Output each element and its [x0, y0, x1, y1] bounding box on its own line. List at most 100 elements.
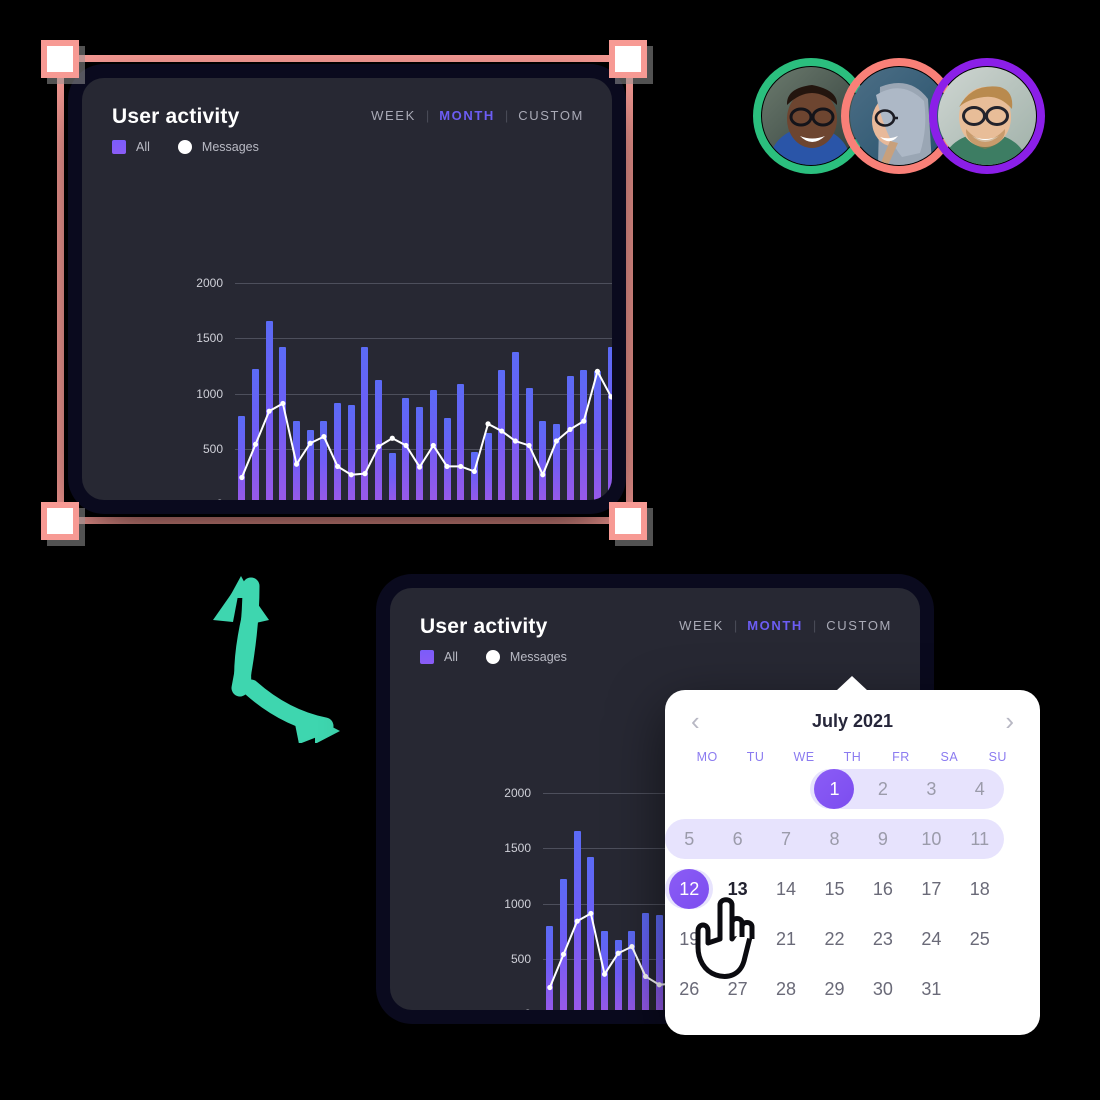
card-2-header: User activity WEEK | MONTH | CUSTOM [390, 588, 920, 640]
calendar-day-7[interactable]: 7 [762, 814, 810, 864]
calendar-day-25[interactable]: 25 [956, 914, 1004, 964]
line-point-day-2[interactable] [560, 951, 567, 957]
calendar-day-empty [713, 764, 761, 814]
selection-handle-top-left[interactable] [41, 40, 79, 78]
legend-item-messages[interactable]: Messages [177, 140, 259, 154]
line-point-day-6[interactable] [307, 440, 313, 446]
line-point-day-7[interactable] [321, 433, 327, 440]
calendar-day-5[interactable]: 5 [665, 814, 713, 864]
line-point-day-14[interactable] [417, 464, 423, 470]
y-tick-1500: 1500 [196, 331, 223, 346]
line-point-day-27[interactable] [594, 368, 601, 374]
weekday-sa: SA [940, 750, 959, 764]
calendar-day-15[interactable]: 15 [810, 864, 858, 914]
calendar-day-23[interactable]: 23 [859, 914, 907, 964]
tab-custom[interactable]: CUSTOM [518, 108, 584, 123]
calendar-day-13[interactable]: 13 [713, 864, 761, 914]
calendar-day-label: 29 [824, 978, 845, 999]
avatar-3[interactable] [928, 57, 1046, 175]
calendar-day-3[interactable]: 3 [907, 764, 955, 814]
calendar-day-31[interactable]: 31 [907, 964, 955, 1014]
line-point-day-24[interactable] [553, 438, 560, 444]
line-point-day-1[interactable] [547, 984, 553, 991]
tab-week[interactable]: WEEK [371, 108, 416, 123]
tab-separator-4: | [812, 618, 817, 633]
calendar-day-26[interactable]: 26 [665, 964, 713, 1014]
line-point-day-19[interactable] [485, 421, 491, 427]
calendar-day-label: 24 [921, 928, 942, 949]
y-tick-1000: 1000 [196, 386, 223, 401]
line-point-day-16[interactable] [444, 463, 450, 470]
line-point-day-13[interactable] [403, 442, 409, 449]
weekday-mo: MO [696, 750, 718, 764]
calendar-day-21[interactable]: 21 [762, 914, 810, 964]
tab-week-2[interactable]: WEEK [679, 618, 724, 633]
calendar-day-14[interactable]: 14 [762, 864, 810, 914]
legend-item-all-2[interactable]: All [420, 650, 458, 664]
selection-handle-bottom-right[interactable] [609, 502, 647, 540]
line-point-day-5[interactable] [293, 461, 300, 467]
line-point-day-15[interactable] [430, 442, 436, 449]
selection-handle-top-right[interactable] [609, 40, 647, 78]
calendar-day-27[interactable]: 27 [713, 964, 761, 1014]
tab-custom-2[interactable]: CUSTOM [826, 618, 892, 633]
calendar-day-16[interactable]: 16 [859, 864, 907, 914]
line-point-day-18[interactable] [471, 468, 477, 475]
line-point-day-21[interactable] [512, 438, 518, 444]
calendar-day-6[interactable]: 6 [713, 814, 761, 864]
line-point-day-25[interactable] [567, 426, 573, 433]
calendar-day-2[interactable]: 2 [859, 764, 907, 814]
line-point-day-8[interactable] [642, 973, 649, 980]
line-point-day-9[interactable] [656, 982, 662, 988]
weekday-fr: FR [892, 750, 910, 764]
calendar-day-20[interactable]: 20 [713, 914, 761, 964]
selection-handle-bottom-left[interactable] [41, 502, 79, 540]
tab-separator-2: | [504, 108, 509, 123]
line-point-day-10[interactable] [362, 471, 368, 477]
calendar-day-18[interactable]: 18 [956, 864, 1004, 914]
calendar-day-9[interactable]: 9 [859, 814, 907, 864]
line-point-day-20[interactable] [499, 428, 505, 434]
tab-month-2[interactable]: MONTH [747, 618, 803, 633]
line-point-day-11[interactable] [376, 443, 382, 450]
calendar-day-29[interactable]: 29 [810, 964, 858, 1014]
calendar-day-11[interactable]: 11 [956, 814, 1004, 864]
legend-item-all[interactable]: All [112, 140, 150, 154]
calendar-day-8[interactable]: 8 [810, 814, 858, 864]
calendar-day-1[interactable]: 1 [810, 764, 858, 814]
double-curved-arrow-icon [193, 558, 358, 744]
calendar-day-4[interactable]: 4 [956, 764, 1004, 814]
line-point-day-7[interactable] [629, 943, 635, 950]
line-point-day-26[interactable] [581, 418, 587, 424]
line-point-day-4[interactable] [588, 910, 594, 917]
line-point-day-17[interactable] [458, 463, 464, 470]
weekday-su: SU [988, 750, 1007, 764]
line-point-day-2[interactable] [252, 441, 259, 447]
line-point-day-9[interactable] [348, 472, 354, 478]
calendar-day-19[interactable]: 19 [665, 914, 713, 964]
tab-month[interactable]: MONTH [439, 108, 495, 123]
line-point-day-23[interactable] [540, 472, 546, 478]
calendar-day-24[interactable]: 24 [907, 914, 955, 964]
chevron-right-icon[interactable]: › [1005, 708, 1014, 734]
line-point-day-6[interactable] [615, 950, 621, 956]
y-tick-500: 500 [202, 441, 223, 456]
line-point-day-12[interactable] [389, 435, 395, 441]
calendar-day-22[interactable]: 22 [810, 914, 858, 964]
calendar-day-30[interactable]: 30 [859, 964, 907, 1014]
calendar-day-17[interactable]: 17 [907, 864, 955, 914]
line-point-day-22[interactable] [526, 442, 532, 449]
line-point-day-4[interactable] [280, 400, 286, 407]
chevron-left-icon[interactable]: ‹ [691, 708, 700, 734]
calendar-day-28[interactable]: 28 [762, 964, 810, 1014]
weekday-th: TH [843, 750, 862, 764]
calendar-day-10[interactable]: 10 [907, 814, 955, 864]
line-point-day-8[interactable] [334, 463, 341, 470]
legend-item-messages-2[interactable]: Messages [485, 650, 567, 664]
line-point-day-5[interactable] [601, 971, 608, 977]
calendar-weekday-row: MO TU WE TH FR SA SU [665, 740, 1040, 764]
line-point-day-3[interactable] [574, 918, 580, 924]
line-point-day-1[interactable] [239, 474, 245, 481]
line-point-day-3[interactable] [266, 408, 272, 414]
calendar-day-12[interactable]: 12 [665, 864, 713, 914]
